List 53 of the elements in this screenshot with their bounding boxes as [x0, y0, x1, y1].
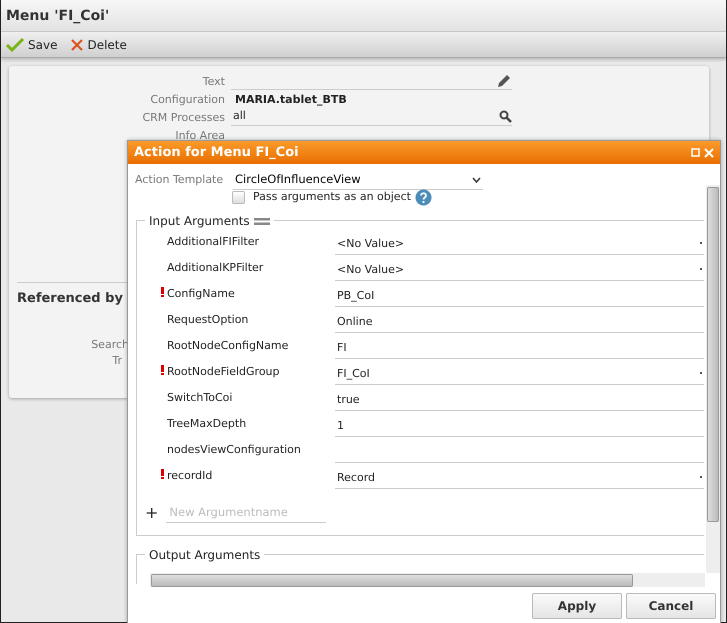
argument-name: TreeMaxDepth — [167, 416, 248, 432]
apply-button[interactable]: Apply — [532, 593, 622, 619]
argument-field[interactable]: PB_CoI — [335, 286, 704, 307]
field-value: MARIA.tablet_BTB — [234, 92, 347, 108]
close-icon — [704, 148, 714, 158]
template-select[interactable]: CircleOfInfluenceView — [233, 170, 483, 190]
field-label: CRM Processes — [141, 110, 226, 126]
close-button[interactable] — [704, 148, 714, 158]
group-title: Output Arguments — [149, 547, 260, 564]
argument-name: SwitchToCoi — [167, 390, 234, 406]
argument-name: RootNodeFieldGroup — [167, 364, 281, 380]
argument-name: RootNodeConfigName — [167, 338, 290, 354]
argument-field[interactable]: FI — [335, 338, 704, 359]
delete-button[interactable]: Delete — [71, 36, 127, 54]
field-label: Configuration — [149, 92, 226, 108]
field-label: Tr — [111, 353, 122, 369]
search-icon — [499, 110, 512, 123]
pencil-icon — [496, 72, 512, 88]
drag-handle-icon — [254, 218, 270, 224]
caret-icon — [472, 176, 481, 183]
help-icon — [414, 189, 432, 206]
argument-name: RequestOption — [167, 312, 250, 328]
checkbox[interactable] — [232, 191, 245, 204]
argument-select[interactable]: Record — [335, 468, 704, 489]
checkbox-label: Pass arguments as an object — [253, 189, 411, 206]
check-icon — [6, 38, 24, 52]
close-icon — [71, 38, 84, 50]
argument-name: recordId — [167, 468, 214, 484]
argument-select[interactable]: <No Value> — [335, 234, 704, 255]
horizontal-scrollbar[interactable] — [150, 573, 705, 587]
argument-select[interactable]: <No Value> — [335, 260, 704, 281]
field-label: Info Area — [174, 128, 226, 144]
argument-select[interactable]: FI_CoI — [335, 364, 704, 385]
argument-name: AdditionalFIFilter — [167, 234, 260, 250]
field-label: Action Template — [135, 172, 224, 188]
argument-name: nodesViewConfiguration — [167, 442, 302, 458]
field-label: Text — [202, 74, 226, 90]
argument-field[interactable]: Online — [335, 312, 704, 333]
add-icon[interactable]: + — [145, 501, 158, 525]
group-title: Input Arguments — [149, 213, 250, 230]
argument-field[interactable]: 1 — [335, 416, 704, 437]
vertical-scrollbar[interactable] — [706, 185, 720, 573]
cancel-button[interactable]: Cancel — [626, 593, 716, 619]
maximize-button[interactable] — [691, 148, 700, 157]
text-field[interactable] — [231, 72, 512, 90]
search-field[interactable]: all — [231, 108, 512, 126]
argument-name: ConfigName — [167, 286, 236, 302]
argument-name: AdditionalKPFilter — [167, 260, 264, 276]
save-button[interactable]: Save — [6, 36, 58, 54]
argument-field[interactable]: true — [335, 390, 704, 411]
maximize-icon — [691, 148, 700, 157]
dialog-title: Action for Menu FI_Coi — [134, 144, 299, 162]
window-title: Menu 'FI_Coi' — [1, 0, 726, 32]
